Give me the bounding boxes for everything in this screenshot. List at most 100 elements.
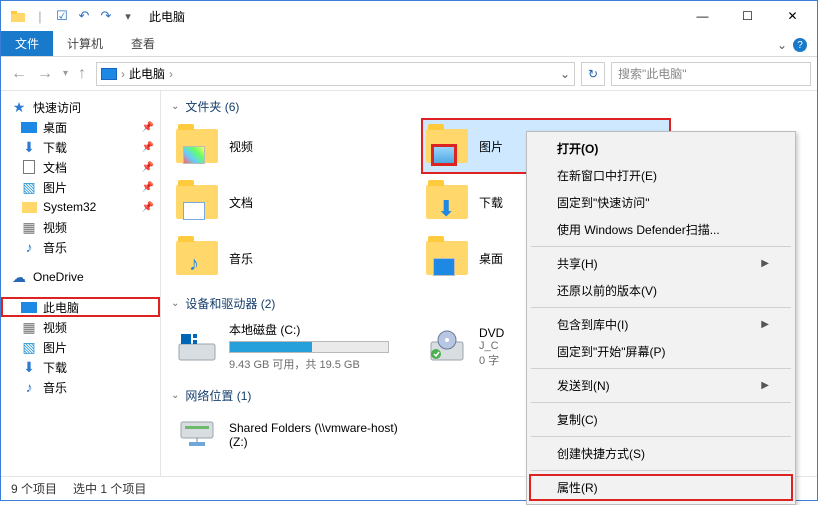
title-bar: | ☑ ↶ ↷ ▾ 此电脑 — ☐ ✕ (1, 1, 817, 31)
folder-music[interactable]: ♪ 音乐 (171, 230, 421, 286)
tab-computer[interactable]: 计算机 (53, 31, 117, 56)
menu-copy[interactable]: 复制(C) (529, 406, 793, 433)
music-icon: ♪ (21, 240, 37, 254)
menu-separator (531, 246, 791, 247)
properties-icon[interactable]: ☑ (53, 7, 71, 25)
menu-share[interactable]: 共享(H)▶ (529, 250, 793, 277)
chevron-down-icon: ⌄ (171, 101, 179, 112)
monitor-icon (21, 120, 37, 134)
nav-history-icon[interactable]: ▾ (59, 68, 72, 79)
menu-open-new-window[interactable]: 在新窗口中打开(E) (529, 162, 793, 189)
sidebar-item-label: System32 (43, 200, 96, 214)
menu-separator (531, 436, 791, 437)
status-selected-count: 选中 1 个项目 (73, 480, 146, 497)
minimize-button[interactable]: — (680, 2, 725, 30)
drive-usage-bar (229, 341, 389, 353)
sidebar-item-label: 图片 (43, 179, 67, 196)
undo-icon[interactable]: ↶ (75, 7, 93, 25)
video-icon: ▦ (21, 320, 37, 334)
item-sublabel: (Z:) (229, 435, 398, 449)
ribbon-expand-icon[interactable]: ⌄ (777, 38, 787, 52)
sidebar-item-label: 视频 (43, 319, 67, 336)
item-label: DVD (479, 326, 504, 340)
folder-icon (425, 124, 469, 168)
download-icon: ⬇ (21, 140, 37, 154)
tab-file[interactable]: 文件 (1, 31, 53, 56)
close-button[interactable]: ✕ (770, 2, 815, 30)
folder-icon (425, 236, 469, 280)
menu-restore-versions[interactable]: 还原以前的版本(V) (529, 277, 793, 304)
nav-forward-icon[interactable]: → (33, 65, 57, 83)
chevron-right-icon: ▶ (761, 380, 769, 391)
folder-icon (21, 200, 37, 214)
sidebar-this-pc[interactable]: 此电脑 (1, 297, 160, 317)
menu-pin-quick-access[interactable]: 固定到"快速访问" (529, 189, 793, 216)
qat-dropdown-icon[interactable]: ▾ (119, 7, 137, 25)
sidebar-item-videos[interactable]: ▦视频 (1, 217, 160, 237)
sidebar-item-system32[interactable]: System32📌 (1, 197, 160, 217)
item-label: 图片 (479, 138, 503, 155)
folder-videos[interactable]: 视频 (171, 118, 421, 174)
network-shared[interactable]: Shared Folders (\\vmware-host) (Z:) (171, 407, 421, 463)
sidebar-item-videos2[interactable]: ▦ 视频 (1, 317, 160, 337)
group-header-folders[interactable]: ⌄文件夹 (6) (171, 95, 807, 118)
nav-up-icon[interactable]: ↑ (74, 65, 90, 83)
ribbon-tabs: 文件 计算机 查看 ⌄ ? (1, 31, 817, 57)
sidebar-item-pictures2[interactable]: ▧ 图片 (1, 337, 160, 357)
breadcrumb-item[interactable]: 此电脑 (129, 65, 165, 82)
pin-icon: 📌 (142, 162, 154, 173)
dvd-icon (425, 325, 469, 369)
sidebar-item-music[interactable]: ♪音乐 (1, 237, 160, 257)
search-input[interactable]: 搜索"此电脑" (611, 62, 811, 86)
help-icon[interactable]: ? (793, 38, 807, 52)
sidebar-item-desktop[interactable]: 桌面 📌 (1, 117, 160, 137)
sidebar-onedrive[interactable]: ☁OneDrive (1, 267, 160, 287)
folder-icon (175, 124, 219, 168)
picture-icon: ▧ (21, 180, 37, 194)
menu-include-library[interactable]: 包含到库中(I)▶ (529, 311, 793, 338)
menu-separator (531, 368, 791, 369)
item-label: 文档 (229, 194, 253, 211)
pc-icon (21, 300, 37, 314)
refresh-button[interactable]: ↻ (581, 62, 605, 86)
breadcrumb[interactable]: › 此电脑 › ⌄ (96, 62, 575, 86)
sidebar-quick-access[interactable]: ★快速访问 (1, 97, 160, 117)
maximize-button[interactable]: ☐ (725, 2, 770, 30)
item-label: 本地磁盘 (C:) (229, 321, 389, 338)
sidebar-item-label: 此电脑 (43, 299, 79, 316)
menu-send-to[interactable]: 发送到(N)▶ (529, 372, 793, 399)
sidebar-item-documents[interactable]: 文档📌 (1, 157, 160, 177)
folder-icon (9, 7, 27, 25)
menu-properties[interactable]: 属性(R) (529, 474, 793, 501)
sidebar-item-label: 下载 (43, 139, 67, 156)
drive-c[interactable]: 本地磁盘 (C:) 9.43 GB 可用，共 19.5 GB (171, 315, 421, 378)
menu-pin-start[interactable]: 固定到"开始"屏幕(P) (529, 338, 793, 365)
item-label: 音乐 (229, 250, 253, 267)
menu-create-shortcut[interactable]: 创建快捷方式(S) (529, 440, 793, 467)
sidebar-item-pictures[interactable]: ▧ 图片 📌 (1, 177, 160, 197)
menu-defender-scan[interactable]: 使用 Windows Defender扫描... (529, 216, 793, 243)
window-controls: — ☐ ✕ (680, 2, 815, 30)
redo-icon[interactable]: ↷ (97, 7, 115, 25)
context-menu: 打开(O) 在新窗口中打开(E) 固定到"快速访问" 使用 Windows De… (526, 131, 796, 505)
sidebar-item-label: 视频 (43, 219, 67, 236)
sidebar-item-downloads[interactable]: ⬇下载📌 (1, 137, 160, 157)
item-label: Shared Folders (\\vmware-host) (229, 421, 398, 435)
sidebar-item-label: 桌面 (43, 119, 67, 136)
menu-open[interactable]: 打开(O) (529, 135, 793, 162)
picture-icon: ▧ (21, 340, 37, 354)
tab-view[interactable]: 查看 (117, 31, 169, 56)
folder-documents[interactable]: 文档 (171, 174, 421, 230)
breadcrumb-dropdown-icon[interactable]: ⌄ (560, 67, 570, 81)
folder-icon (175, 180, 219, 224)
chevron-right-icon: ▶ (761, 319, 769, 330)
pin-icon: 📌 (142, 122, 154, 133)
nav-back-icon[interactable]: ← (7, 65, 31, 83)
pin-icon: 📌 (142, 182, 154, 193)
navigation-pane: ★快速访问 桌面📌 ⬇下载📌 文档📌 ▧图片📌 System32📌 ▦视频 ♪音… (1, 91, 161, 476)
sidebar-item-music2[interactable]: ♪音乐 (1, 377, 160, 397)
chevron-right-icon: › (169, 67, 173, 81)
sidebar-item-label: 图片 (43, 339, 67, 356)
sidebar-item-downloads2[interactable]: ⬇下载 (1, 357, 160, 377)
item-label: 桌面 (479, 250, 503, 267)
